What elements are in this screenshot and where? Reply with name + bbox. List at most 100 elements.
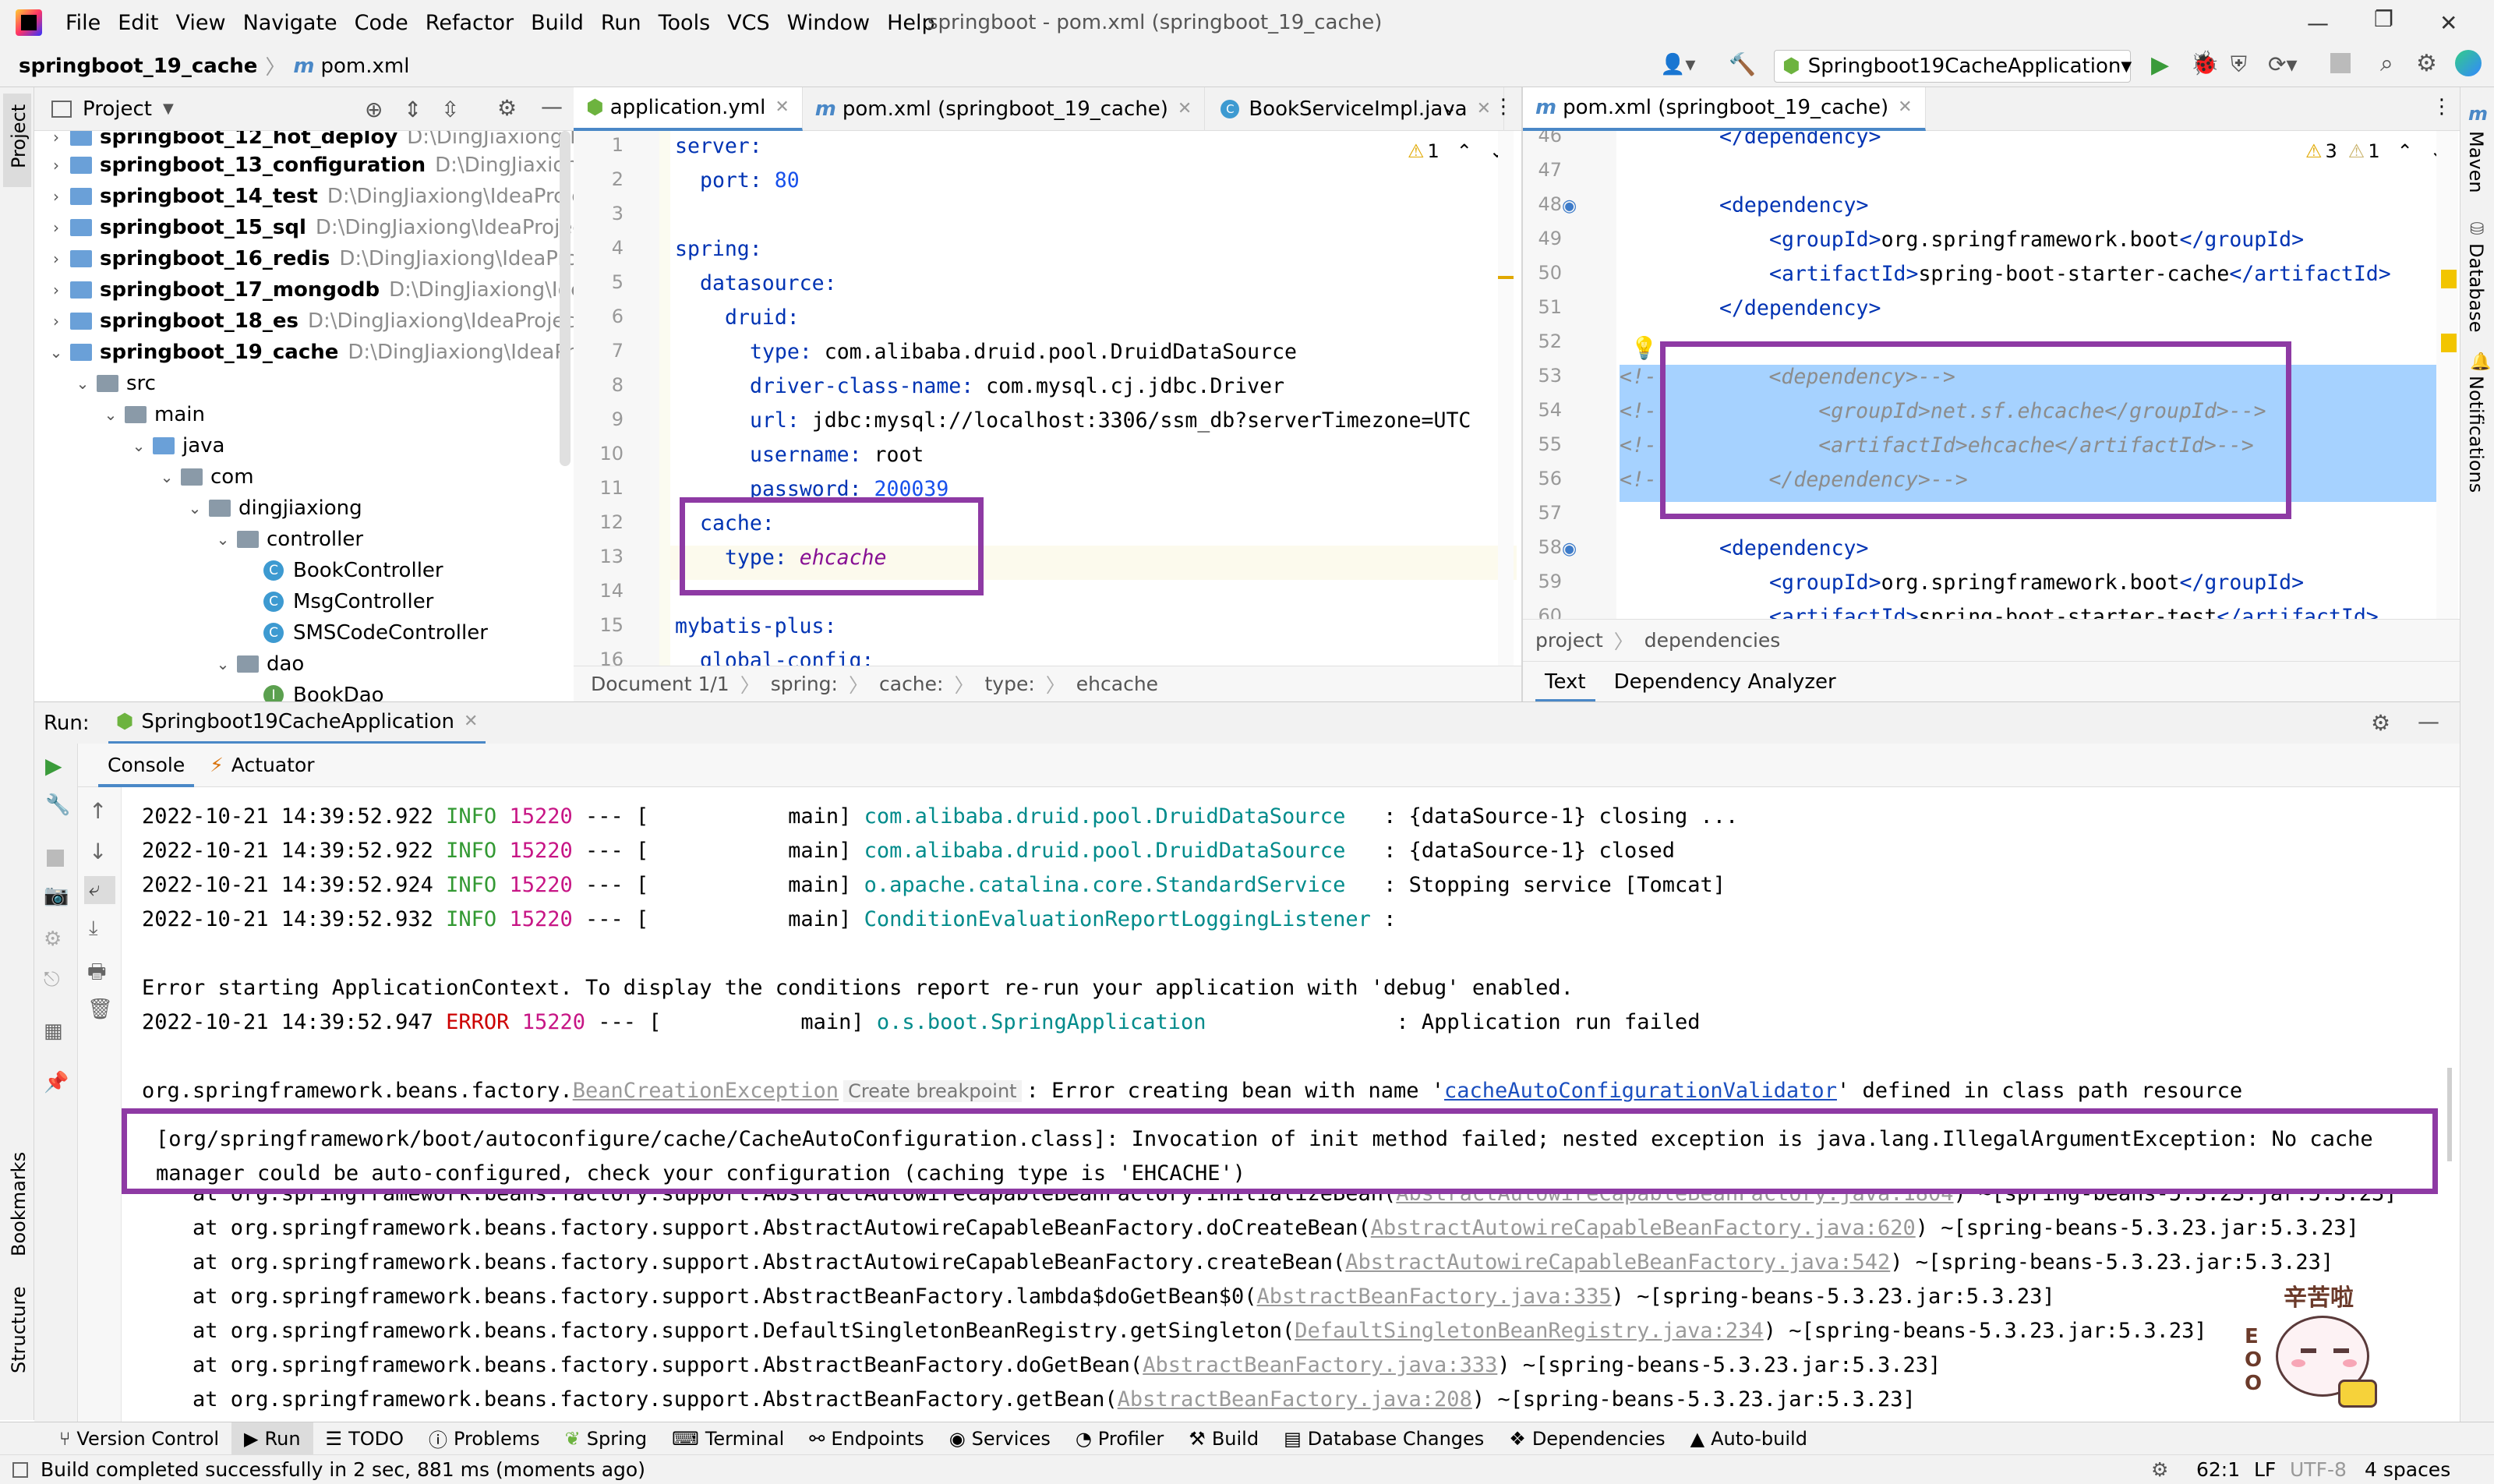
settings-gear-icon[interactable]: ⚙: [2371, 710, 2390, 736]
status-message[interactable]: Build completed successfully in 2 sec, 8…: [41, 1458, 645, 1481]
breadcrumb-item[interactable]: ehcache: [1076, 673, 1158, 695]
tab-bookserviceimpl[interactable]: C BookServiceImpl.java ✕: [1205, 87, 1505, 131]
chevron-down-icon[interactable]: ⌄: [185, 499, 204, 518]
create-breakpoint-hint[interactable]: Create breakpoint: [843, 1080, 1022, 1102]
project-panel-title[interactable]: Project: [83, 97, 152, 121]
hide-panel-icon[interactable]: —: [2418, 708, 2439, 734]
breadcrumb-item[interactable]: project: [1535, 629, 1603, 652]
tree-item[interactable]: › springboot_18_es D:\DingJiaxiong\IdeaPro…: [47, 306, 574, 337]
tab-actuator[interactable]: Actuator: [231, 754, 315, 776]
close-tab-icon[interactable]: ✕: [1477, 99, 1491, 118]
coverage-icon[interactable]: ⛨: [2231, 51, 2247, 78]
breadcrumb-item[interactable]: Document 1/1: [591, 673, 729, 695]
menu-refactor[interactable]: Refactor: [426, 11, 514, 35]
tool-problems[interactable]: ⓘ Problems: [416, 1422, 553, 1455]
menu-view[interactable]: View: [175, 11, 225, 35]
chevron-down-icon[interactable]: ⌄: [214, 530, 232, 549]
intention-bulb-icon[interactable]: 💡: [1630, 335, 1658, 361]
memory-indicator-icon[interactable]: ⚙: [2151, 1458, 2168, 1481]
tab-pom-xml-right[interactable]: m pom.xml (springboot_19_cache) ✕: [1523, 87, 1926, 131]
menu-code[interactable]: Code: [355, 11, 408, 35]
chevron-up-icon[interactable]: ⌃: [2397, 140, 2413, 162]
source-link[interactable]: DefaultSingletonBeanRegistry.java:234: [1295, 1319, 1763, 1343]
tool-version-control[interactable]: ⑂ Version Control: [47, 1422, 231, 1455]
tool-windows-toggle-icon[interactable]: [12, 1461, 28, 1478]
chevron-right-icon[interactable]: ›: [47, 131, 65, 147]
menu-window[interactable]: Window: [787, 11, 870, 35]
close-icon[interactable]: ✕: [2439, 10, 2457, 36]
chevron-right-icon[interactable]: ›: [47, 187, 65, 206]
tree-item-class[interactable]: C MsgController: [260, 586, 433, 617]
tab-application-yml[interactable]: ⬢ application.yml ✕: [574, 87, 803, 131]
chevron-down-icon[interactable]: ⌄: [47, 343, 65, 362]
breadcrumb-project[interactable]: springboot_19_cache: [19, 55, 257, 78]
clear-all-icon[interactable]: 🗑: [87, 998, 113, 1021]
source-link[interactable]: AbstractBeanFactory.java:335: [1256, 1284, 1611, 1309]
tool-database-changes[interactable]: ▤ Database Changes: [1271, 1422, 1496, 1455]
notifications-icon[interactable]: 🔔: [2470, 352, 2491, 372]
arrow-up-icon[interactable]: ↑: [89, 798, 107, 824]
tree-item-src[interactable]: ⌄ src: [73, 368, 156, 399]
chevron-up-icon[interactable]: ⌃: [1457, 140, 1472, 162]
tree-item[interactable]: › springboot_14_test D:\DingJiaxiong\IdeaP…: [47, 181, 574, 212]
chevron-down-icon[interactable]: ⌄: [1443, 98, 1457, 117]
indent-setting[interactable]: 4 spaces: [2365, 1458, 2450, 1481]
run-gutter-icon[interactable]: ◉: [1562, 196, 1577, 216]
source-link[interactable]: AbstractBeanFactory.java:333: [1143, 1353, 1497, 1377]
inspection-widget[interactable]: ⚠ 3 ⚠ 1 ⌃ ⌄: [2305, 140, 2446, 162]
tool-spring[interactable]: ❦ Spring: [553, 1422, 660, 1455]
close-tab-icon[interactable]: ✕: [775, 97, 789, 117]
tool-run[interactable]: ▶ Run: [231, 1422, 313, 1455]
tab-pom-xml[interactable]: m pom.xml (springboot_19_cache) ✕: [803, 87, 1206, 131]
source-link[interactable]: AbstractAutowireCapableBeanFactory.java:…: [1371, 1216, 1916, 1240]
chevron-right-icon[interactable]: ›: [47, 281, 65, 299]
chevron-down-icon[interactable]: ▼: [163, 101, 174, 117]
restore-icon[interactable]: ❐: [2374, 6, 2393, 32]
console-output[interactable]: 2022-10-21 14:39:52.922 INFO 15220 --- […: [122, 787, 2452, 1422]
warning-marker[interactable]: [2441, 270, 2457, 288]
dump-threads-icon[interactable]: 📷: [44, 884, 69, 907]
menu-run[interactable]: Run: [601, 11, 641, 35]
debug-icon[interactable]: 🐞: [2190, 50, 2219, 77]
modify-config-icon[interactable]: 🔧: [45, 793, 70, 817]
breadcrumb-item[interactable]: dependencies: [1644, 629, 1781, 652]
tree-item-interface[interactable]: I BookDao: [260, 680, 384, 701]
tree-item-class[interactable]: C BookController: [260, 555, 443, 586]
error-stripe[interactable]: [2436, 131, 2458, 619]
search-icon[interactable]: ⌕: [2380, 50, 2393, 77]
tool-profiler[interactable]: ◔ Profiler: [1063, 1422, 1176, 1455]
pom-editor[interactable]: 46 47 48 49 50 51 52 53 54 55 56 57 58 5…: [1523, 131, 2460, 619]
project-tool-label[interactable]: Project: [8, 104, 30, 168]
tool-services[interactable]: ◉ Services: [937, 1422, 1063, 1455]
database-icon[interactable]: ⛁: [2470, 220, 2484, 239]
print-icon[interactable]: 🖶: [87, 957, 107, 991]
expand-all-icon[interactable]: ⇕: [404, 97, 422, 122]
run-gutter-icon[interactable]: ◉: [1562, 539, 1577, 559]
minimize-icon[interactable]: —: [2307, 10, 2329, 36]
notifications-tool-label[interactable]: Notifications: [2465, 376, 2487, 493]
more-options-icon[interactable]: ⋮: [1493, 95, 1514, 118]
tool-auto-build[interactable]: ▲ Auto-build: [1678, 1422, 1820, 1455]
run-config-tab[interactable]: ⬢ Springboot19CacheApplication ✕: [108, 702, 486, 744]
tool-dependencies[interactable]: ❖ Dependencies: [1496, 1422, 1677, 1455]
inspection-widget[interactable]: ⚠ 1 ⌃ ⌄: [1408, 140, 1505, 162]
tree-item-com[interactable]: ⌄ com: [157, 461, 254, 493]
tree-item[interactable]: › springboot_15_sql D:\DingJiaxiong\IdeaPr…: [47, 212, 574, 243]
options-gear-icon[interactable]: ⚙: [497, 95, 517, 121]
jetbrains-toolbox-icon[interactable]: [2455, 50, 2482, 76]
close-tab-icon[interactable]: ✕: [1178, 99, 1192, 118]
close-tab-icon[interactable]: ✕: [464, 712, 478, 731]
menu-vcs[interactable]: VCS: [727, 11, 769, 35]
scroll-to-end-icon[interactable]: ⤓: [89, 917, 98, 941]
tree-item-main[interactable]: ⌄ main: [101, 399, 205, 430]
database-tool-label[interactable]: Database: [2465, 243, 2487, 333]
menu-navigate[interactable]: Navigate: [243, 11, 337, 35]
tree-item-dingjiaxiong[interactable]: ⌄ dingjiaxiong: [185, 493, 362, 524]
line-separator[interactable]: LF: [2254, 1458, 2276, 1481]
chevron-down-icon[interactable]: ⌄: [157, 468, 176, 486]
locate-icon[interactable]: ⊕: [365, 97, 383, 122]
get-thread-dump-icon[interactable]: ⚙: [44, 928, 62, 951]
tool-build[interactable]: ⚒ Build: [1176, 1422, 1271, 1455]
profiler-icon[interactable]: ⟳▾: [2268, 51, 2298, 77]
tree-item-class[interactable]: C SMSCodeController: [260, 617, 488, 648]
